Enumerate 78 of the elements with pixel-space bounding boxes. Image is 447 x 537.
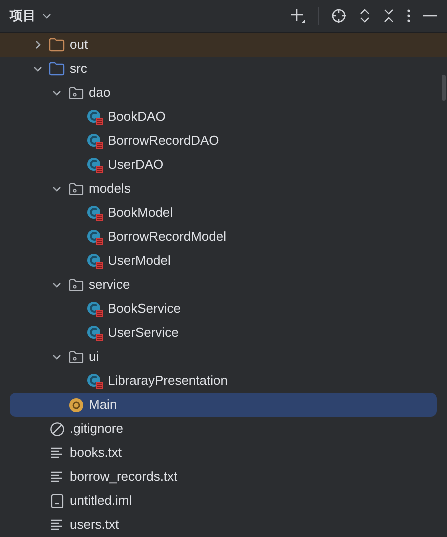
folder-icon (49, 62, 65, 76)
item-name: ui (89, 348, 100, 366)
tree-row[interactable]: LibrarayPresentation (0, 369, 447, 393)
item-name: users.txt (70, 516, 120, 534)
crosshair-icon[interactable] (331, 8, 347, 24)
class-icon (87, 229, 103, 245)
chevron-down-icon[interactable] (42, 11, 52, 21)
class-icon (87, 253, 103, 269)
item-name: .gitignore (70, 420, 124, 438)
tree-row[interactable]: ui (0, 345, 447, 369)
chevron-right-icon[interactable] (33, 40, 43, 50)
tree-row[interactable]: BookDAO (0, 105, 447, 129)
item-name: BookService (108, 300, 181, 318)
item-name: UserDAO (108, 156, 164, 174)
tree-row[interactable]: BookService (0, 297, 447, 321)
module-file-icon (50, 494, 64, 508)
item-name: BookModel (108, 204, 174, 222)
package-folder-icon (68, 182, 84, 196)
package-folder-icon (68, 350, 84, 364)
collapse-all-icon[interactable] (383, 8, 395, 24)
class-icon (87, 325, 103, 341)
more-icon[interactable] (407, 8, 411, 24)
item-name: Main (89, 396, 118, 414)
chevron-down-icon[interactable] (52, 88, 62, 98)
minimize-icon[interactable] (423, 14, 437, 18)
item-name: src (70, 60, 88, 78)
package-folder-icon (68, 278, 84, 292)
package-folder-icon (68, 86, 84, 100)
item-name: books.txt (70, 444, 122, 462)
ignore-file-icon (50, 422, 64, 436)
item-name: service (89, 276, 130, 294)
tree-row[interactable]: dao (0, 81, 447, 105)
tree-row[interactable]: models (0, 177, 447, 201)
class-icon (87, 373, 103, 389)
tree-row[interactable]: BookModel (0, 201, 447, 225)
item-name: BookDAO (108, 108, 166, 126)
item-name: borrow_records.txt (70, 468, 178, 486)
item-name: out (70, 36, 88, 54)
scrollbar-thumb[interactable] (442, 75, 446, 101)
item-name: UserModel (108, 252, 171, 270)
text-file-icon (50, 447, 64, 459)
item-name: LibrarayPresentation (108, 372, 228, 390)
class-icon (87, 157, 103, 173)
item-name: dao (89, 84, 111, 102)
tree-row[interactable]: users.txt (0, 513, 447, 537)
tree-row[interactable]: books.txt (0, 441, 447, 465)
class-icon (87, 205, 103, 221)
chevron-down-icon[interactable] (52, 280, 62, 290)
tree-row[interactable]: BorrowRecordModel (0, 225, 447, 249)
folder-icon (49, 38, 65, 52)
tree-row[interactable]: src (0, 57, 447, 81)
tree-row[interactable]: UserDAO (0, 153, 447, 177)
item-name: BorrowRecordModel (108, 228, 226, 246)
add-icon[interactable] (290, 8, 306, 24)
chevron-down-icon[interactable] (52, 352, 62, 362)
class-icon (87, 133, 103, 149)
tree-row[interactable]: service (0, 273, 447, 297)
tree-row[interactable]: UserService (0, 321, 447, 345)
main-class-icon (68, 398, 84, 412)
panel-title[interactable]: 项目 (10, 6, 36, 26)
item-name: untitled.iml (70, 492, 132, 510)
item-name: BorrowRecordDAO (108, 132, 220, 150)
tree-row[interactable]: Main (10, 393, 437, 417)
text-file-icon (50, 471, 64, 483)
item-name: UserService (108, 324, 179, 342)
class-icon (87, 301, 103, 317)
class-icon (87, 109, 103, 125)
expand-all-icon[interactable] (359, 8, 371, 24)
tree-row[interactable]: UserModel (0, 249, 447, 273)
chevron-down-icon[interactable] (52, 184, 62, 194)
tree-row[interactable]: .gitignore (0, 417, 447, 441)
tree-row[interactable]: BorrowRecordDAO (0, 129, 447, 153)
tree-row[interactable]: out (0, 33, 447, 57)
tree-row[interactable]: borrow_records.txt (0, 465, 447, 489)
chevron-down-icon[interactable] (33, 64, 43, 74)
item-name: models (89, 180, 131, 198)
tree-row[interactable]: untitled.iml (0, 489, 447, 513)
text-file-icon (50, 519, 64, 531)
